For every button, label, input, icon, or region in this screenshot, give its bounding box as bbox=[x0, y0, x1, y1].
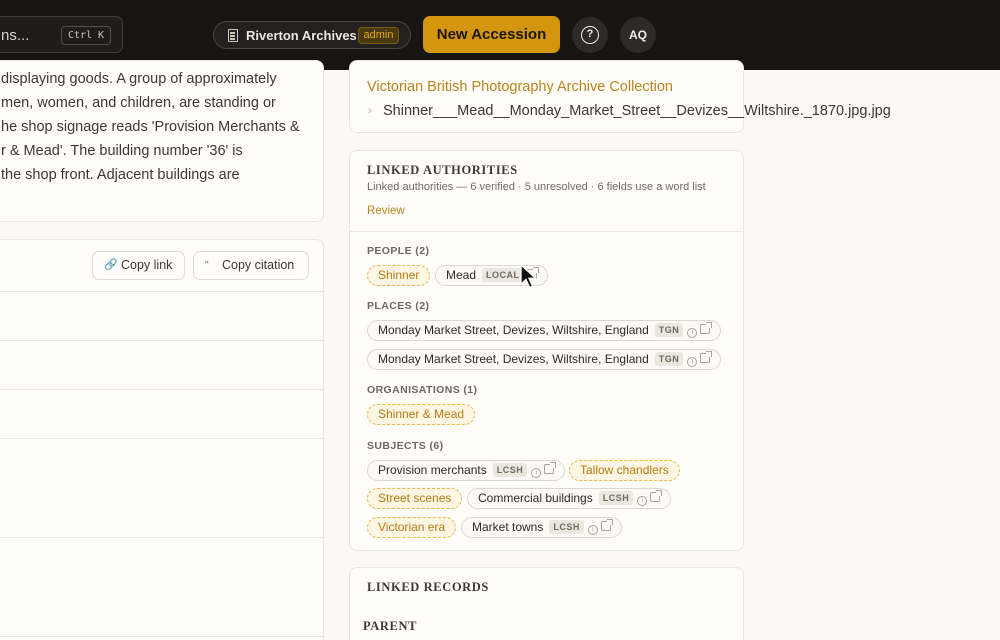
chip-label: Provision merchants bbox=[378, 463, 487, 477]
parent-heading: PARENT bbox=[363, 619, 418, 633]
divider bbox=[0, 636, 325, 637]
quote-icon: “ bbox=[205, 259, 209, 271]
card-title: LINKED AUTHORITIES bbox=[367, 163, 518, 177]
external-link-icon[interactable] bbox=[600, 519, 613, 531]
authority-chip[interactable]: Monday Market Street, Devizes, Wiltshire… bbox=[367, 349, 722, 370]
info-icon[interactable]: i bbox=[587, 525, 598, 535]
linked-authorities-card: LINKED AUTHORITIES Linked authorities — … bbox=[349, 150, 744, 551]
authorities-summary: Linked authorities — 6 verified · 5 unre… bbox=[367, 181, 706, 193]
chip-label: Victorian era bbox=[378, 520, 446, 534]
breadcrumb: Victorian British Photography Archive Co… bbox=[349, 60, 891, 133]
chip-label: Market towns bbox=[472, 520, 544, 534]
group-heading-organisations: ORGANISATIONS (1) bbox=[367, 384, 478, 396]
link-icon: 🔗 bbox=[104, 259, 118, 271]
description-line: displaying goods. A group of approximate… bbox=[1, 71, 277, 87]
description-line: he shop signage reads 'Provision Merchan… bbox=[1, 119, 300, 135]
source-badge: LCSH bbox=[549, 520, 584, 534]
breadcrumb-collection-link[interactable]: Victorian British Photography Archive Co… bbox=[367, 79, 673, 95]
source-badge: LCSH bbox=[598, 491, 634, 505]
divider bbox=[0, 389, 325, 390]
search-shortcut-hint: Ctrl K bbox=[61, 26, 111, 45]
source-badge: LOCAL bbox=[482, 268, 524, 282]
new-accession-button[interactable]: New Accession bbox=[423, 16, 560, 53]
org-switcher[interactable]: Riverton Archives admin bbox=[213, 21, 411, 49]
source-badge: TGN bbox=[654, 323, 684, 337]
help-button[interactable]: ? bbox=[572, 17, 608, 53]
search-input[interactable]: ns... bbox=[1, 27, 29, 44]
chip-label: Monday Market Street, Devizes, Wiltshire… bbox=[378, 352, 649, 366]
divider bbox=[0, 291, 325, 292]
search-box[interactable]: ns... Ctrl K bbox=[0, 16, 123, 53]
copy-citation-label: Copy citation bbox=[222, 258, 295, 272]
description-line: r & Mead'. The building number '36' is bbox=[1, 143, 243, 159]
copy-citation-button[interactable]: “ Copy citation bbox=[193, 251, 309, 280]
chip-label: Street scenes bbox=[378, 491, 452, 505]
org-name: Riverton Archives bbox=[246, 28, 357, 43]
card-title: LINKED RECORDS bbox=[367, 580, 489, 594]
divider bbox=[0, 340, 325, 341]
review-link[interactable]: Review bbox=[367, 205, 405, 217]
chip-label: Shinner bbox=[378, 268, 420, 282]
role-badge: admin bbox=[358, 27, 399, 44]
authority-chip[interactable]: Victorian era bbox=[367, 517, 457, 538]
authority-chip[interactable]: Monday Market Street, Devizes, Wiltshire… bbox=[367, 320, 722, 341]
chip-label: Tallow chandlers bbox=[580, 463, 669, 477]
divider bbox=[350, 231, 743, 232]
description-line: the shop front. Adjacent buildings are bbox=[1, 167, 240, 183]
breadcrumb-file-name: Shinner___Mead__Monday_Market_Street__De… bbox=[383, 103, 891, 119]
info-icon[interactable]: i bbox=[687, 328, 698, 338]
chip-label: Commercial buildings bbox=[478, 491, 593, 505]
description-line: men, women, and children, are standing o… bbox=[1, 95, 276, 111]
divider bbox=[0, 537, 325, 538]
external-link-icon[interactable] bbox=[700, 322, 713, 334]
authority-chip[interactable]: Tallow chandlers bbox=[569, 460, 680, 481]
source-badge: LCSH bbox=[492, 463, 528, 477]
info-icon[interactable]: i bbox=[687, 357, 698, 367]
help-icon: ? bbox=[581, 26, 599, 44]
external-link-icon[interactable] bbox=[700, 351, 713, 363]
copy-link-button[interactable]: 🔗 Copy link bbox=[92, 251, 185, 280]
external-link-icon[interactable] bbox=[544, 462, 557, 474]
authority-chip[interactable]: Street scenes bbox=[367, 488, 463, 509]
group-heading-subjects: SUBJECTS (6) bbox=[367, 440, 444, 452]
authority-chip[interactable]: Commercial buildings LCSH i bbox=[467, 488, 672, 509]
chip-label: Mead bbox=[446, 268, 477, 282]
group-heading-places: PLACES (2) bbox=[367, 300, 430, 312]
group-heading-people: PEOPLE (2) bbox=[367, 245, 430, 257]
description-card: displaying goods. A group of approximate… bbox=[0, 60, 324, 222]
chip-label: Monday Market Street, Devizes, Wiltshire… bbox=[378, 323, 649, 337]
mouse-cursor-icon bbox=[520, 264, 538, 289]
authority-chip[interactable]: Provision merchants LCSH i bbox=[367, 460, 566, 481]
info-icon[interactable]: i bbox=[531, 468, 542, 478]
user-avatar[interactable]: AQ bbox=[620, 17, 656, 53]
source-badge: TGN bbox=[654, 352, 684, 366]
divider bbox=[0, 438, 325, 439]
authority-chip[interactable]: Shinner & Mead bbox=[367, 404, 476, 425]
linked-records-card: LINKED RECORDS PARENT bbox=[349, 567, 744, 640]
authority-chip[interactable]: Shinner bbox=[367, 265, 431, 286]
details-card: 🔗 Copy link “ Copy citation bbox=[0, 239, 325, 640]
building-icon bbox=[228, 29, 238, 42]
info-icon[interactable]: i bbox=[637, 496, 648, 506]
authority-chip[interactable]: Market towns LCSH i bbox=[461, 517, 622, 538]
chip-label: Shinner & Mead bbox=[378, 407, 465, 421]
chevron-right-icon: › bbox=[368, 105, 372, 117]
external-link-icon[interactable] bbox=[650, 490, 663, 502]
copy-link-label: Copy link bbox=[121, 258, 173, 272]
